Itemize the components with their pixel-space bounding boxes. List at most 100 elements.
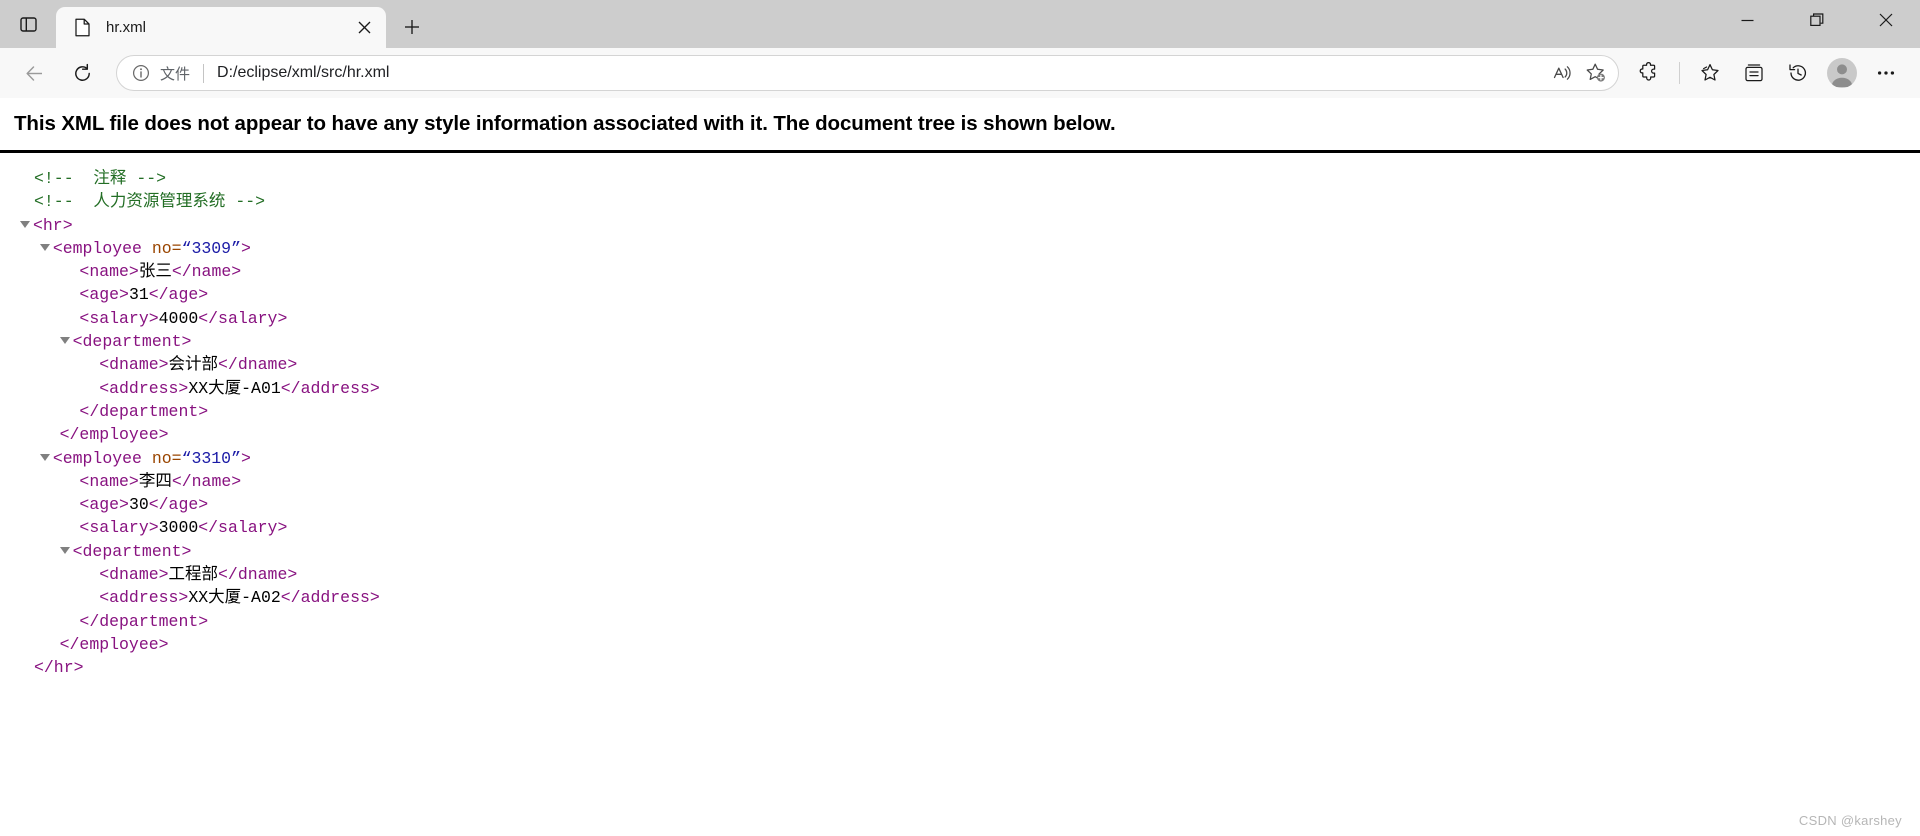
tag-open: <address> xyxy=(99,378,189,398)
xml-node-dname: <dname>会计部</dname> xyxy=(20,353,1920,376)
attribute-equals: = xyxy=(171,238,182,258)
favorites-icon[interactable] xyxy=(1691,54,1729,92)
tag-open-suffix: > xyxy=(240,238,251,258)
comment-body: 注释 xyxy=(73,169,137,188)
xml-node-department-close: </department> xyxy=(20,610,1920,633)
node-text-value: 会计部 xyxy=(168,355,219,375)
xml-node-salary: <salary>4000</salary> xyxy=(20,307,1920,330)
tag-close: </age> xyxy=(148,495,209,515)
attribute-equals: = xyxy=(171,448,182,468)
node-text-value: 31 xyxy=(128,285,149,305)
tag-close: </name> xyxy=(171,471,242,491)
node-text-value: 3000 xyxy=(158,518,199,538)
attribute-value: “3309” xyxy=(181,238,241,258)
xml-node-department-open: <department> xyxy=(20,330,1920,353)
collapse-triangle-icon[interactable] xyxy=(39,453,50,461)
xml-node-salary: <salary>3000</salary> xyxy=(20,516,1920,539)
refresh-icon[interactable] xyxy=(63,54,101,92)
tag-close: </department> xyxy=(79,611,209,631)
minimize-icon[interactable] xyxy=(1713,0,1782,40)
tag-close: </address> xyxy=(280,588,380,608)
attribute-name: no xyxy=(151,238,172,258)
title-bar: hr.xml xyxy=(0,0,1920,48)
back-icon[interactable] xyxy=(15,54,53,92)
xml-style-notice: This XML file does not appear to have an… xyxy=(0,98,1920,153)
xml-node-hr-open: <hr> xyxy=(20,214,1920,237)
tag-open: <age> xyxy=(79,285,129,305)
comment-close: --> xyxy=(235,192,266,212)
tag-close: </salary> xyxy=(198,518,288,538)
tag-open: <name> xyxy=(79,262,139,282)
close-icon[interactable] xyxy=(351,15,377,41)
xml-node-name: <name>李四</name> xyxy=(20,470,1920,493)
xml-node-employee-open: <employee no=“3310”> xyxy=(20,447,1920,470)
xml-node-age: <age>30</age> xyxy=(20,493,1920,516)
xml-comment-line: <!-- 注释 --> xyxy=(20,167,1920,190)
tag-close: </employee> xyxy=(59,634,169,654)
comment-open: <!-- xyxy=(34,192,74,212)
node-text-value: 张三 xyxy=(138,262,172,282)
node-text-value: 工程部 xyxy=(168,565,219,585)
comment-body: 人力资源管理系统 xyxy=(73,192,236,212)
comment-open: <!-- xyxy=(34,169,74,188)
xml-document-tree: <!-- 注释 --> <!-- 人力资源管理系统 --> <hr> <empl… xyxy=(0,153,1920,680)
tag-open: <dname> xyxy=(99,565,169,585)
tag-close: </dname> xyxy=(218,565,298,585)
tag-close: </department> xyxy=(79,401,209,421)
avatar[interactable] xyxy=(1827,58,1857,88)
xml-node-employee-close: </employee> xyxy=(20,423,1920,446)
omnibox-divider xyxy=(203,63,205,83)
attribute-value: “3310” xyxy=(181,448,241,468)
tab-actions-menu-icon[interactable] xyxy=(10,8,46,40)
toolbar-divider xyxy=(1679,62,1680,84)
restore-icon[interactable] xyxy=(1782,0,1851,40)
settings-menu-icon[interactable] xyxy=(1867,54,1905,92)
node-text-value: 李四 xyxy=(138,471,172,491)
tag-close: </hr> xyxy=(34,658,84,678)
tag-close: </age> xyxy=(148,285,209,305)
collapse-triangle-icon[interactable] xyxy=(39,243,50,251)
history-icon[interactable] xyxy=(1779,54,1817,92)
collections-icon[interactable] xyxy=(1735,54,1773,92)
xml-node-department-open: <department> xyxy=(20,540,1920,563)
tab-hr-xml[interactable]: hr.xml xyxy=(56,7,386,48)
close-window-icon[interactable] xyxy=(1851,0,1920,40)
tab-strip-left xyxy=(0,0,56,48)
tag-open: <department> xyxy=(72,332,192,352)
xml-node-age: <age>31</age> xyxy=(20,283,1920,306)
tag-open: <department> xyxy=(72,541,192,561)
url-scheme-label: 文件 xyxy=(160,65,191,83)
collapse-triangle-icon[interactable] xyxy=(59,337,70,345)
tab-title: hr.xml xyxy=(106,19,147,36)
tag-close: </dname> xyxy=(218,355,298,375)
xml-node-employee-open: <employee no=“3309”> xyxy=(20,237,1920,260)
url-text[interactable]: D:/eclipse/xml/src/hr.xml xyxy=(217,64,1544,82)
xml-node-employee-close: </employee> xyxy=(20,633,1920,656)
browser-window: hr.xml 文件 D:/eclipse/xml/src/hr.xml This… xyxy=(0,0,1920,836)
node-text-value: XX大厦-A02 xyxy=(188,588,281,608)
tag-open: <name> xyxy=(79,471,139,491)
tag-close: </name> xyxy=(171,262,242,282)
comment-close: --> xyxy=(136,169,167,188)
tag-open-suffix: > xyxy=(240,448,251,468)
tag-open: <salary> xyxy=(79,308,159,328)
read-aloud-icon[interactable] xyxy=(1546,57,1578,89)
collapse-triangle-icon[interactable] xyxy=(59,546,70,554)
tag-close: </address> xyxy=(280,378,380,398)
info-icon[interactable] xyxy=(131,63,151,83)
tag-open: <address> xyxy=(99,588,189,608)
add-favorite-icon[interactable] xyxy=(1580,57,1612,89)
tag-open: <dname> xyxy=(99,355,169,375)
xml-node-address: <address>XX大厦-A01</address> xyxy=(20,377,1920,400)
extensions-icon[interactable] xyxy=(1630,54,1668,92)
new-tab-icon[interactable] xyxy=(395,10,429,44)
watermark: CSDN @karshey xyxy=(1798,813,1902,828)
collapse-triangle-icon[interactable] xyxy=(20,220,30,228)
tag-close: </employee> xyxy=(59,425,169,445)
address-bar[interactable]: 文件 D:/eclipse/xml/src/hr.xml xyxy=(116,55,1619,91)
browser-toolbar: 文件 D:/eclipse/xml/src/hr.xml xyxy=(0,48,1920,98)
file-icon xyxy=(73,18,92,37)
xml-comment-line: <!-- 人力资源管理系统 --> xyxy=(20,190,1920,213)
attribute-name: no xyxy=(151,448,172,468)
omnibox-actions xyxy=(1544,57,1612,89)
